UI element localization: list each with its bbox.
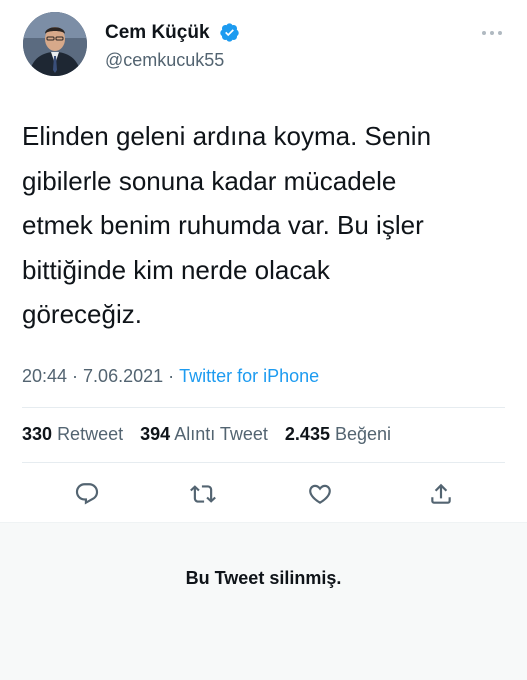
avatar[interactable] xyxy=(23,12,87,76)
like-count[interactable]: 2.435 Beğeni xyxy=(285,424,391,444)
share-button[interactable] xyxy=(423,476,459,512)
verified-badge-icon xyxy=(220,23,239,42)
tweet-time: 20:44 xyxy=(22,366,68,386)
reply-button[interactable] xyxy=(69,476,105,512)
tweet-stats: 330 Retweet 394 Alıntı Tweet 2.435 Beğen… xyxy=(22,424,403,445)
tweet-source[interactable]: Twitter for iPhone xyxy=(179,366,319,386)
divider xyxy=(22,462,505,463)
divider xyxy=(22,407,505,408)
display-name[interactable]: Cem Küçük xyxy=(105,22,210,44)
tweet-meta: 20:44 · 7.06.2021 · Twitter for iPhone xyxy=(22,366,320,386)
deleted-tweet-notice: Bu Tweet silinmiş. xyxy=(0,522,527,680)
retweet-count[interactable]: 330 Retweet xyxy=(22,424,123,444)
retweet-button[interactable] xyxy=(185,476,221,512)
tweet-date[interactable]: 7.06.2021 xyxy=(83,366,163,386)
like-button[interactable] xyxy=(302,476,338,512)
profile-photo-icon xyxy=(23,12,87,76)
deleted-notice-text: Bu Tweet silinmiş. xyxy=(185,568,342,588)
tweet-card: Cem Küçük @cemkucuk55 Elinden geleni ard… xyxy=(0,0,527,522)
share-icon xyxy=(431,483,451,504)
user-handle[interactable]: @cemkucuk55 xyxy=(105,50,224,71)
quote-count[interactable]: 394 Alıntı Tweet xyxy=(140,424,268,444)
tweet-text: Elinden geleni ardına koyma. Senin gibil… xyxy=(22,121,432,329)
retweet-icon xyxy=(190,485,216,503)
heart-icon xyxy=(309,484,331,504)
more-options-icon[interactable] xyxy=(481,28,503,38)
action-bar xyxy=(0,476,527,512)
reply-icon xyxy=(75,483,99,505)
